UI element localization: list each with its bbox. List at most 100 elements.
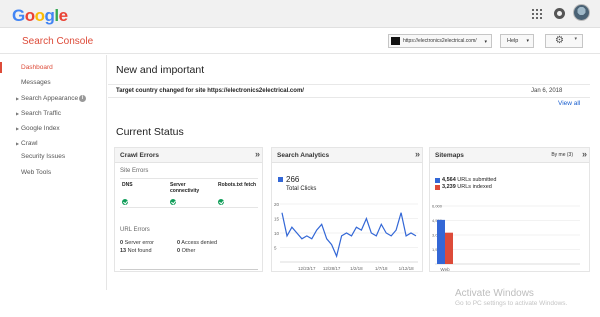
product-title[interactable]: Search Console [22, 36, 93, 47]
error-count: 13 [120, 248, 127, 254]
sidebar-nav: Dashboard Messages ▶ Search Appearance i… [0, 55, 107, 290]
double-chevron-right-icon[interactable]: » [255, 149, 260, 159]
url-error-item[interactable]: 0 Access denied [177, 240, 217, 246]
submitted-label: URLs submitted [457, 177, 497, 183]
sidebar-item-web-tools[interactable]: Web Tools [0, 166, 107, 179]
x-tick-label: Web [440, 267, 450, 272]
message-text: Target country changed for site https://… [116, 88, 304, 94]
series-line [281, 212, 417, 259]
card-title: Search Analytics [277, 152, 330, 159]
google-logo[interactable]: Google [12, 6, 68, 26]
sidebar-item-label: Crawl [21, 140, 38, 147]
error-label: Other [181, 248, 196, 254]
card-header[interactable]: Search Analytics » [272, 148, 422, 163]
sidebar-item-crawl[interactable]: ▶ Crawl [0, 137, 107, 150]
info-icon[interactable]: i [79, 95, 86, 102]
site-errors-table: DNS Server connectivity Robots.txt fetch [120, 178, 258, 208]
console-header: Search Console https://electronics2elect… [0, 28, 600, 54]
sidebar-item-google-index[interactable]: ▶ Google Index [0, 122, 107, 135]
section-title-new: New and important [116, 64, 205, 76]
total-clicks-value: 266 [286, 175, 300, 184]
logo-letter: e [58, 6, 68, 25]
expand-arrow-icon: ▶ [16, 96, 20, 101]
avatar[interactable] [573, 4, 590, 21]
sidebar-item-label: Search Traffic [21, 110, 61, 117]
sitemaps-bar-chart[interactable]: 6,0004,5003,0001,500Web [430, 198, 591, 273]
bar-urls-indexed [445, 232, 453, 264]
urls-indexed-line: 3,239 URLs indexed [442, 184, 492, 190]
card-header[interactable]: Sitemaps By me (3) » [430, 148, 589, 163]
total-clicks-label: Total Clicks [286, 186, 317, 192]
indexed-label: URLs indexed [457, 184, 492, 190]
sidebar-item-dashboard[interactable]: Dashboard [0, 61, 107, 74]
chevron-down-icon: ▾ [574, 36, 577, 42]
x-tick-label: 12/28/17 [323, 266, 341, 271]
search-console-dashboard: Google Search Console https://electronic… [0, 0, 600, 317]
card-title: Crawl Errors [120, 152, 160, 159]
x-tick-label: 1/12/18 [399, 266, 415, 271]
logo-letter: o [34, 6, 45, 25]
sidebar-item-messages[interactable]: Messages [0, 76, 107, 89]
indexed-legend-swatch [435, 185, 440, 190]
url-error-item[interactable]: 13 Not found [120, 248, 152, 254]
y-tick-label: 20 [274, 202, 280, 207]
sidebar-item-label: Web Tools [21, 169, 52, 176]
settings-button[interactable]: ⚙ ▾ [545, 34, 583, 48]
y-tick-label: 6,000 [432, 204, 443, 209]
help-button[interactable]: Help ▾ [500, 34, 534, 48]
logo-letter: G [12, 6, 25, 25]
sidebar-item-security-issues[interactable]: Security Issues [0, 150, 107, 163]
message-date: Jan 6, 2018 [531, 88, 563, 94]
url-error-item[interactable]: 0 Server error [120, 240, 154, 246]
x-tick-label: 1/2/18 [350, 266, 363, 271]
indexed-count: 3,239 [442, 184, 456, 190]
sidebar-item-label: Google Index [21, 125, 60, 132]
activate-windows-subtext: Go to PC settings to activate Windows. [455, 300, 568, 307]
error-label: Not found [127, 248, 152, 254]
site-errors-heading: Site Errors [120, 168, 149, 174]
error-count: 0 [177, 240, 181, 246]
chevron-down-icon: ▾ [484, 39, 487, 45]
clicks-legend-swatch [278, 177, 283, 182]
error-count: 0 [120, 240, 124, 246]
column-robots-fetch: Robots.txt fetch [218, 182, 257, 188]
property-selector[interactable]: https://electronics2electrical.com/ ▾ [388, 34, 492, 48]
chevron-down-icon: ▾ [526, 38, 529, 44]
sort-filter[interactable]: By me (3) [551, 152, 573, 158]
activate-windows-watermark: Activate Windows [455, 288, 534, 299]
error-count: 0 [177, 248, 181, 254]
view-all-link[interactable]: View all [558, 100, 580, 107]
site-favicon-icon [391, 37, 400, 45]
message-row[interactable]: Target country changed for site https://… [108, 84, 590, 98]
check-icon [170, 199, 176, 205]
check-icon [122, 199, 128, 205]
y-tick-label: 10 [274, 231, 280, 236]
sidebar-item-label: Security Issues [21, 153, 66, 160]
gear-icon: ⚙ [555, 35, 564, 46]
google-bar: Google [0, 0, 600, 28]
double-chevron-right-icon[interactable]: » [415, 149, 420, 159]
card-header[interactable]: Crawl Errors » [115, 148, 262, 163]
logo-letter: g [44, 6, 55, 25]
url-error-item[interactable]: 0 Other [177, 248, 195, 254]
crawl-errors-card: Crawl Errors » Site Errors DNS Server co… [114, 147, 263, 272]
card-divider [120, 269, 258, 270]
double-chevron-right-icon[interactable]: » [582, 149, 587, 159]
expand-arrow-icon: ▶ [16, 111, 20, 116]
x-tick-label: 12/23/17 [298, 266, 316, 271]
sidebar-item-search-appearance[interactable]: ▶ Search Appearance i [0, 92, 107, 105]
expand-arrow-icon: ▶ [16, 126, 20, 131]
sidebar-item-search-traffic[interactable]: ▶ Search Traffic [0, 107, 107, 120]
column-dns: DNS [122, 182, 133, 188]
property-url: https://electronics2electrical.com/ [403, 38, 477, 44]
sidebar-item-label: Messages [21, 79, 51, 86]
x-tick-label: 1/7/18 [375, 266, 388, 271]
search-analytics-card: Search Analytics » 266 Total Clicks 20 15… [271, 147, 423, 272]
sidebar-item-label: Search Appearance [21, 95, 79, 102]
clicks-line-chart[interactable]: 20 15 10 5 12/23/17 12/28/17 1/2/18 1/7/18 1/12/… [272, 198, 424, 273]
notifications-icon[interactable] [554, 8, 565, 19]
y-tick-label: 5 [274, 246, 277, 251]
urls-submitted-line: 4,564 URLs submitted [442, 177, 496, 183]
check-icon [218, 199, 224, 205]
apps-icon[interactable] [532, 9, 542, 19]
